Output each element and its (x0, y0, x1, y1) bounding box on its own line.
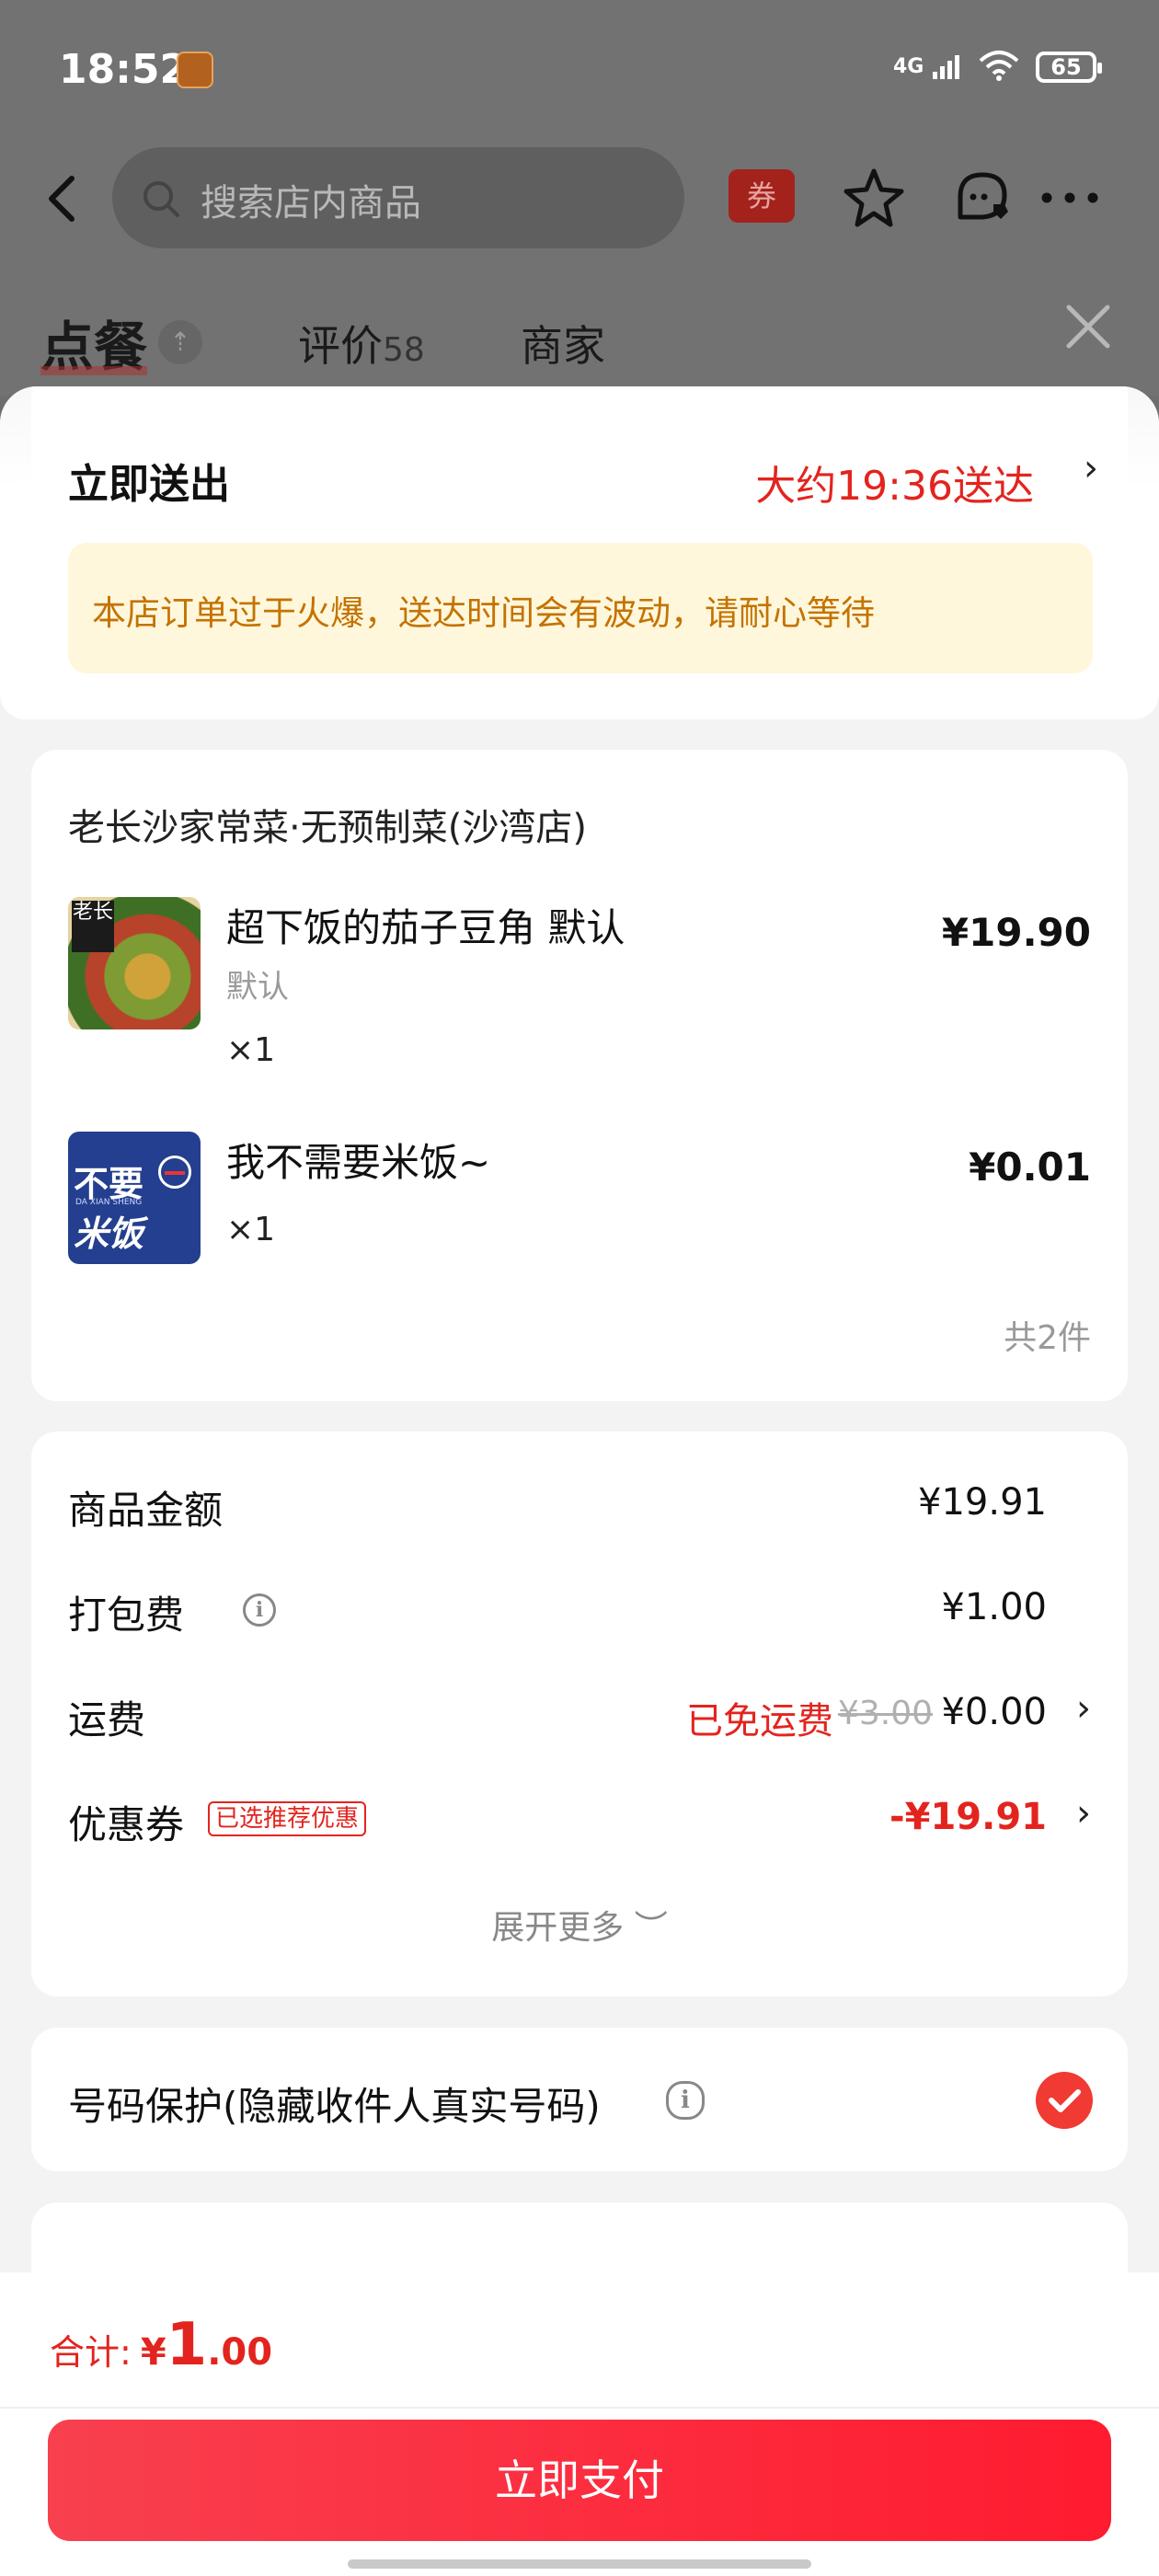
checkbox-checked-icon[interactable] (1036, 2072, 1093, 2129)
shop-items-card: 老长沙家常菜·无预制菜(沙湾店) 老长 超下饭的茄子豆角 默认 默认 ×1 ¥1… (31, 750, 1128, 1401)
delivery-fee-row[interactable]: 运费 已免运费 ¥3.00 ¥0.00 › (68, 1687, 1091, 1744)
status-icons: 4G 65 (893, 50, 1102, 85)
coupon-icon[interactable]: 券 (729, 169, 795, 223)
signal-icon: 4G (893, 53, 962, 81)
coupon-value: -¥19.91 (889, 1796, 1047, 1838)
delivery-fee-value: ¥0.00 (941, 1691, 1047, 1733)
list-item[interactable]: 老长 超下饭的茄子豆角 默认 默认 ×1 ¥19.90 (68, 897, 1091, 1069)
close-icon[interactable] (1058, 296, 1119, 357)
battery-icon: 65 (1036, 52, 1102, 83)
list-item[interactable]: 不要 DA XIAN SHENG 米饭 我不需要米饭~ ×1 ¥0.01 (68, 1132, 1091, 1270)
wifi-icon (979, 50, 1019, 85)
order-total: 合计: ¥1.00 (50, 2311, 272, 2379)
background-page: 18:52 4G 65 搜索店内商品 券 点餐 ⇡ 评价58 商家 (0, 0, 1159, 396)
order-confirm-sheet: 立即送出 大约19:36送达 › 本店订单过于火爆，送达时间会有波动，请耐心等待… (0, 386, 1159, 2576)
chevron-right-icon[interactable]: › (1076, 1687, 1091, 1730)
total-label: 合计: (50, 2332, 132, 2373)
total-decimal: .00 (207, 2331, 273, 2374)
packing-fee-row: 打包费 i ¥1.00 (68, 1584, 1091, 1639)
tab-reviews[interactable]: 评价58 (298, 313, 425, 374)
info-icon[interactable]: i (243, 1593, 276, 1627)
tab-merchant[interactable]: 商家 (521, 313, 605, 374)
network-type: 4G (892, 55, 924, 78)
total-integer: 1 (166, 2311, 208, 2379)
packing-fee-value: ¥1.00 (941, 1586, 1047, 1628)
coupon-label: 优惠券 (68, 1802, 185, 1847)
delivery-eta[interactable]: 大约19:36送达 (755, 453, 1034, 512)
goods-amount-value: ¥19.91 (918, 1481, 1047, 1524)
goods-amount-label: 商品金额 (68, 1488, 224, 1533)
total-currency: ¥ (140, 2331, 166, 2374)
search-placeholder: 搜索店内商品 (201, 182, 421, 224)
app-avatar-icon (177, 52, 213, 88)
back-icon[interactable] (37, 171, 92, 226)
search-icon (140, 178, 182, 220)
more-icon[interactable] (1038, 184, 1102, 212)
original-delivery-fee: ¥3.00 (837, 1695, 933, 1732)
item-price: ¥19.90 (941, 910, 1091, 955)
store-tabs: 点餐 ⇡ 评价58 商家 (0, 304, 1159, 386)
recommended-coupon-badge: 已选推荐优惠 (208, 1801, 367, 1836)
item-qty: ×1 (226, 1211, 276, 1248)
food-image: 老长 (68, 897, 201, 1029)
checkout-bar: 合计: ¥1.00 立即支付 (0, 2272, 1159, 2576)
fee-card: 商品金额 ¥19.91 打包费 i ¥1.00 运费 已免运费 ¥3.00 ¥0… (31, 1432, 1128, 1996)
bowl-icon (158, 1156, 191, 1189)
search-input[interactable]: 搜索店内商品 (112, 147, 684, 248)
status-time: 18:52 (59, 46, 189, 93)
coupon-row[interactable]: 优惠券 已选推荐优惠 -¥19.91 › (68, 1792, 1091, 1849)
delivery-notice: 本店订单过于火爆，送达时间会有波动，请耐心等待 (68, 543, 1093, 673)
home-indicator[interactable] (348, 2559, 811, 2569)
number-protection-label: 号码保护(隐藏收件人真实号码) (68, 2084, 601, 2129)
collapse-icon[interactable]: ⇡ (158, 320, 202, 364)
delivery-fee-label: 运费 (68, 1697, 146, 1742)
item-qty: ×1 (226, 1031, 276, 1069)
header-bar: 搜索店内商品 券 (0, 147, 1159, 248)
chevron-right-icon[interactable]: › (1076, 1792, 1091, 1834)
shop-name[interactable]: 老长沙家常菜·无预制菜(沙湾店) (68, 798, 587, 851)
packing-fee-label: 打包费 (68, 1593, 185, 1638)
free-delivery-label: 已免运费 (686, 1700, 833, 1742)
delivery-card: 立即送出 大约19:36送达 › 本店订单过于火爆，送达时间会有波动，请耐心等待 (0, 386, 1159, 719)
customer-service-icon[interactable] (947, 164, 1017, 234)
tab-reviews-count: 58 (383, 331, 425, 369)
pay-now-button[interactable]: 立即支付 (48, 2420, 1111, 2541)
chevron-right-icon[interactable]: › (1084, 447, 1098, 489)
delivery-notice-text: 本店订单过于火爆，送达时间会有波动，请耐心等待 (92, 593, 875, 633)
number-protection-card[interactable]: 号码保护(隐藏收件人真实号码) i (31, 2028, 1128, 2171)
expand-more-button[interactable]: 展开更多 ︶ (31, 1901, 1128, 1949)
item-name: 我不需要米饭~ (226, 1140, 491, 1185)
item-spec: 默认 (226, 969, 289, 1006)
star-icon[interactable] (839, 164, 909, 234)
goods-amount-row: 商品金额 ¥19.91 (68, 1479, 1091, 1535)
item-count: 共2件 (1004, 1319, 1091, 1357)
food-image-tag: 老长 (72, 901, 114, 952)
tab-order[interactable]: 点餐 (40, 304, 148, 381)
item-price: ¥0.01 (969, 1144, 1091, 1190)
divider (0, 2407, 1159, 2409)
no-rice-image-text-2: 米饭 (74, 1213, 144, 1254)
no-rice-image: 不要 DA XIAN SHENG 米饭 (68, 1132, 201, 1264)
delivery-title: 立即送出 (68, 461, 230, 508)
tab-reviews-label: 评价 (298, 321, 383, 371)
status-bar: 18:52 4G 65 (0, 0, 1159, 138)
item-name: 超下饭的茄子豆角 默认 (226, 905, 625, 950)
info-icon[interactable]: i (666, 2081, 705, 2120)
